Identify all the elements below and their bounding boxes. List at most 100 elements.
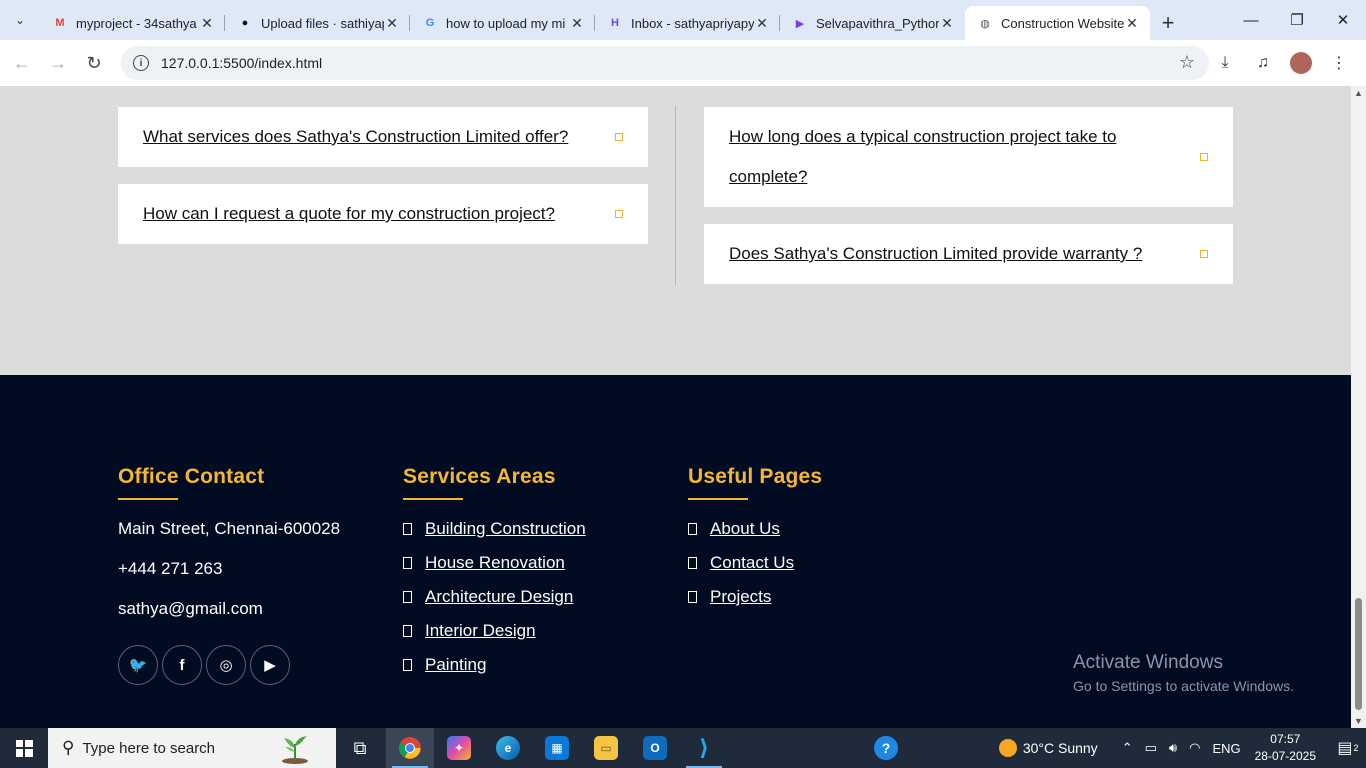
store-taskbar-icon[interactable]: ▦ — [533, 728, 581, 768]
menu-kebab-icon[interactable]: ⋮ — [1322, 46, 1356, 80]
office-email: sathya@gmail.com — [118, 599, 263, 618]
facebook-icon[interactable]: f — [162, 645, 202, 685]
scroll-up-arrow-icon[interactable]: ▲ — [1354, 88, 1363, 98]
vscode-taskbar-icon[interactable]: ⟩ — [680, 728, 728, 768]
link-bullet-icon — [688, 523, 697, 535]
browser-tab[interactable]: ▶ Selvapavithra_Python ✕ — [780, 6, 965, 40]
language-indicator[interactable]: ENG — [1212, 741, 1240, 756]
link-bullet-icon — [688, 557, 697, 569]
google-icon: G — [425, 17, 435, 29]
watermark-subtitle: Go to Settings to activate Windows. — [1073, 678, 1294, 694]
footer-link-item[interactable]: About Us — [688, 519, 780, 539]
browser-tab[interactable]: ● Upload files · sathiyap ✕ — [225, 6, 410, 40]
media-control-icon[interactable]: ♫ — [1246, 46, 1280, 80]
footer-link-item[interactable]: Projects — [688, 587, 771, 607]
faq-item[interactable]: How can I request a quote for my constru… — [118, 184, 648, 244]
footer-link-item[interactable]: Interior Design — [403, 621, 536, 641]
useful-pages-column: Useful Pages About Us Contact Us Projects — [688, 465, 948, 695]
clock[interactable]: 07:57 28-07-2025 — [1255, 731, 1316, 765]
footer-link[interactable]: About Us — [710, 519, 780, 539]
faq-question[interactable]: What services does Sathya's Construction… — [143, 117, 568, 157]
url-text: 127.0.0.1:5500/index.html — [161, 55, 323, 71]
help-taskbar-icon[interactable]: ? — [862, 728, 910, 768]
address-bar[interactable]: i 127.0.0.1:5500/index.html ☆ — [121, 46, 1209, 80]
faq-toggle-icon[interactable] — [615, 133, 623, 141]
clock-time: 07:57 — [1270, 732, 1301, 746]
faq-question[interactable]: How long does a typical construction pro… — [729, 117, 1169, 197]
faq-item[interactable]: What services does Sathya's Construction… — [118, 107, 648, 167]
weather-widget[interactable]: 30°C Sunny — [998, 739, 1098, 757]
volume-icon[interactable]: 🔊︎ — [1169, 740, 1177, 756]
download-icon[interactable]: ⤓ — [1208, 46, 1242, 80]
page-scrollbar[interactable]: ▲ ▼ — [1351, 86, 1366, 728]
browser-tab[interactable]: ◍ Construction Website ✕ — [965, 6, 1150, 40]
edge-taskbar-icon[interactable]: e — [484, 728, 532, 768]
close-tab-icon[interactable]: ✕ — [1124, 15, 1140, 31]
footer-link-item[interactable]: House Renovation — [403, 553, 565, 573]
reload-icon[interactable]: ↻ — [76, 45, 112, 81]
footer-link[interactable]: Architecture Design — [425, 587, 573, 607]
faq-question[interactable]: Does Sathya's Construction Limited provi… — [729, 234, 1142, 274]
plant-illustration-icon — [282, 736, 308, 764]
minimize-icon[interactable]: — — [1228, 0, 1274, 40]
office-contact-heading: Office Contact — [118, 465, 265, 488]
heading-underline — [403, 498, 463, 500]
instagram-icon[interactable]: ◎ — [206, 645, 246, 685]
battery-icon[interactable]: ▭ — [1145, 740, 1157, 756]
task-view-icon[interactable]: ⧉ — [336, 728, 384, 768]
close-tab-icon[interactable]: ✕ — [754, 15, 770, 31]
taskbar-search-box[interactable]: ⚲ Type here to search — [48, 728, 336, 768]
close-window-icon[interactable]: ✕ — [1320, 0, 1366, 40]
close-tab-icon[interactable]: ✕ — [384, 15, 400, 31]
restore-icon[interactable]: ❐ — [1274, 0, 1320, 40]
show-hidden-icons-chevron-icon[interactable]: ⌃ — [1122, 740, 1133, 756]
footer-link[interactable]: Contact Us — [710, 553, 794, 573]
footer-link[interactable]: Projects — [710, 587, 771, 607]
start-button[interactable] — [0, 728, 48, 768]
youtube-icon[interactable]: ▶ — [250, 645, 290, 685]
window-controls: — ❐ ✕ — [1228, 0, 1366, 40]
copilot-taskbar-icon[interactable]: ✦ — [435, 728, 483, 768]
footer-link[interactable]: Painting — [425, 655, 486, 675]
search-icon: ⚲ — [62, 738, 75, 757]
footer-link-item[interactable]: Building Construction — [403, 519, 586, 539]
faq-toggle-icon[interactable] — [1200, 153, 1208, 161]
forward-arrow-icon[interactable]: → — [40, 45, 76, 81]
footer-link[interactable]: House Renovation — [425, 553, 565, 573]
browser-tab[interactable]: Ghow to upload my mi ✕ — [410, 6, 595, 40]
windows-taskbar: ⚲ Type here to search ⧉ ✦ e ▦ ▭ O ⟩ ? 30… — [0, 728, 1366, 768]
faq-toggle-icon[interactable] — [615, 210, 623, 218]
footer-link-item[interactable]: Contact Us — [688, 553, 794, 573]
outlook-taskbar-icon[interactable]: O — [631, 728, 679, 768]
notification-center-icon[interactable]: ▤ 2 — [1330, 728, 1366, 768]
scroll-down-arrow-icon[interactable]: ▼ — [1354, 716, 1363, 726]
tab-title: Upload files · sathiyap — [261, 15, 384, 31]
close-tab-icon[interactable]: ✕ — [939, 15, 955, 31]
file-explorer-taskbar-icon[interactable]: ▭ — [582, 728, 630, 768]
chrome-taskbar-icon[interactable] — [386, 728, 434, 768]
profile-avatar[interactable] — [1290, 52, 1312, 74]
footer-link-item[interactable]: Painting — [403, 655, 486, 675]
faq-item[interactable]: Does Sathya's Construction Limited provi… — [704, 224, 1233, 284]
back-arrow-icon[interactable]: ← — [4, 45, 40, 81]
tab-search-chevron-icon[interactable]: ⌄ — [0, 0, 40, 40]
faq-question[interactable]: How can I request a quote for my constru… — [143, 194, 555, 234]
faq-item[interactable]: How long does a typical construction pro… — [704, 107, 1233, 207]
notification-count: 2 — [1353, 743, 1359, 753]
scrollbar-thumb[interactable] — [1355, 598, 1362, 710]
footer-link[interactable]: Interior Design — [425, 621, 536, 641]
footer-link-item[interactable]: Architecture Design — [403, 587, 573, 607]
footer-link[interactable]: Building Construction — [425, 519, 586, 539]
chrome-logo-icon — [398, 737, 421, 759]
site-info-icon[interactable]: i — [133, 55, 149, 71]
browser-tab[interactable]: H Inbox - sathyapriyapy ✕ — [595, 6, 780, 40]
bookmark-star-icon[interactable]: ☆ — [1179, 52, 1195, 73]
social-links: 🐦 f ◎ ▶ — [118, 645, 290, 685]
faq-toggle-icon[interactable] — [1200, 250, 1208, 258]
new-tab-button[interactable]: + — [1150, 6, 1186, 40]
twitter-icon[interactable]: 🐦 — [118, 645, 158, 685]
browser-tab[interactable]: Mmyproject - 34sathya ✕ — [40, 6, 225, 40]
close-tab-icon[interactable]: ✕ — [199, 15, 215, 31]
close-tab-icon[interactable]: ✕ — [569, 15, 585, 31]
network-icon[interactable]: ◠ — [1189, 740, 1200, 756]
